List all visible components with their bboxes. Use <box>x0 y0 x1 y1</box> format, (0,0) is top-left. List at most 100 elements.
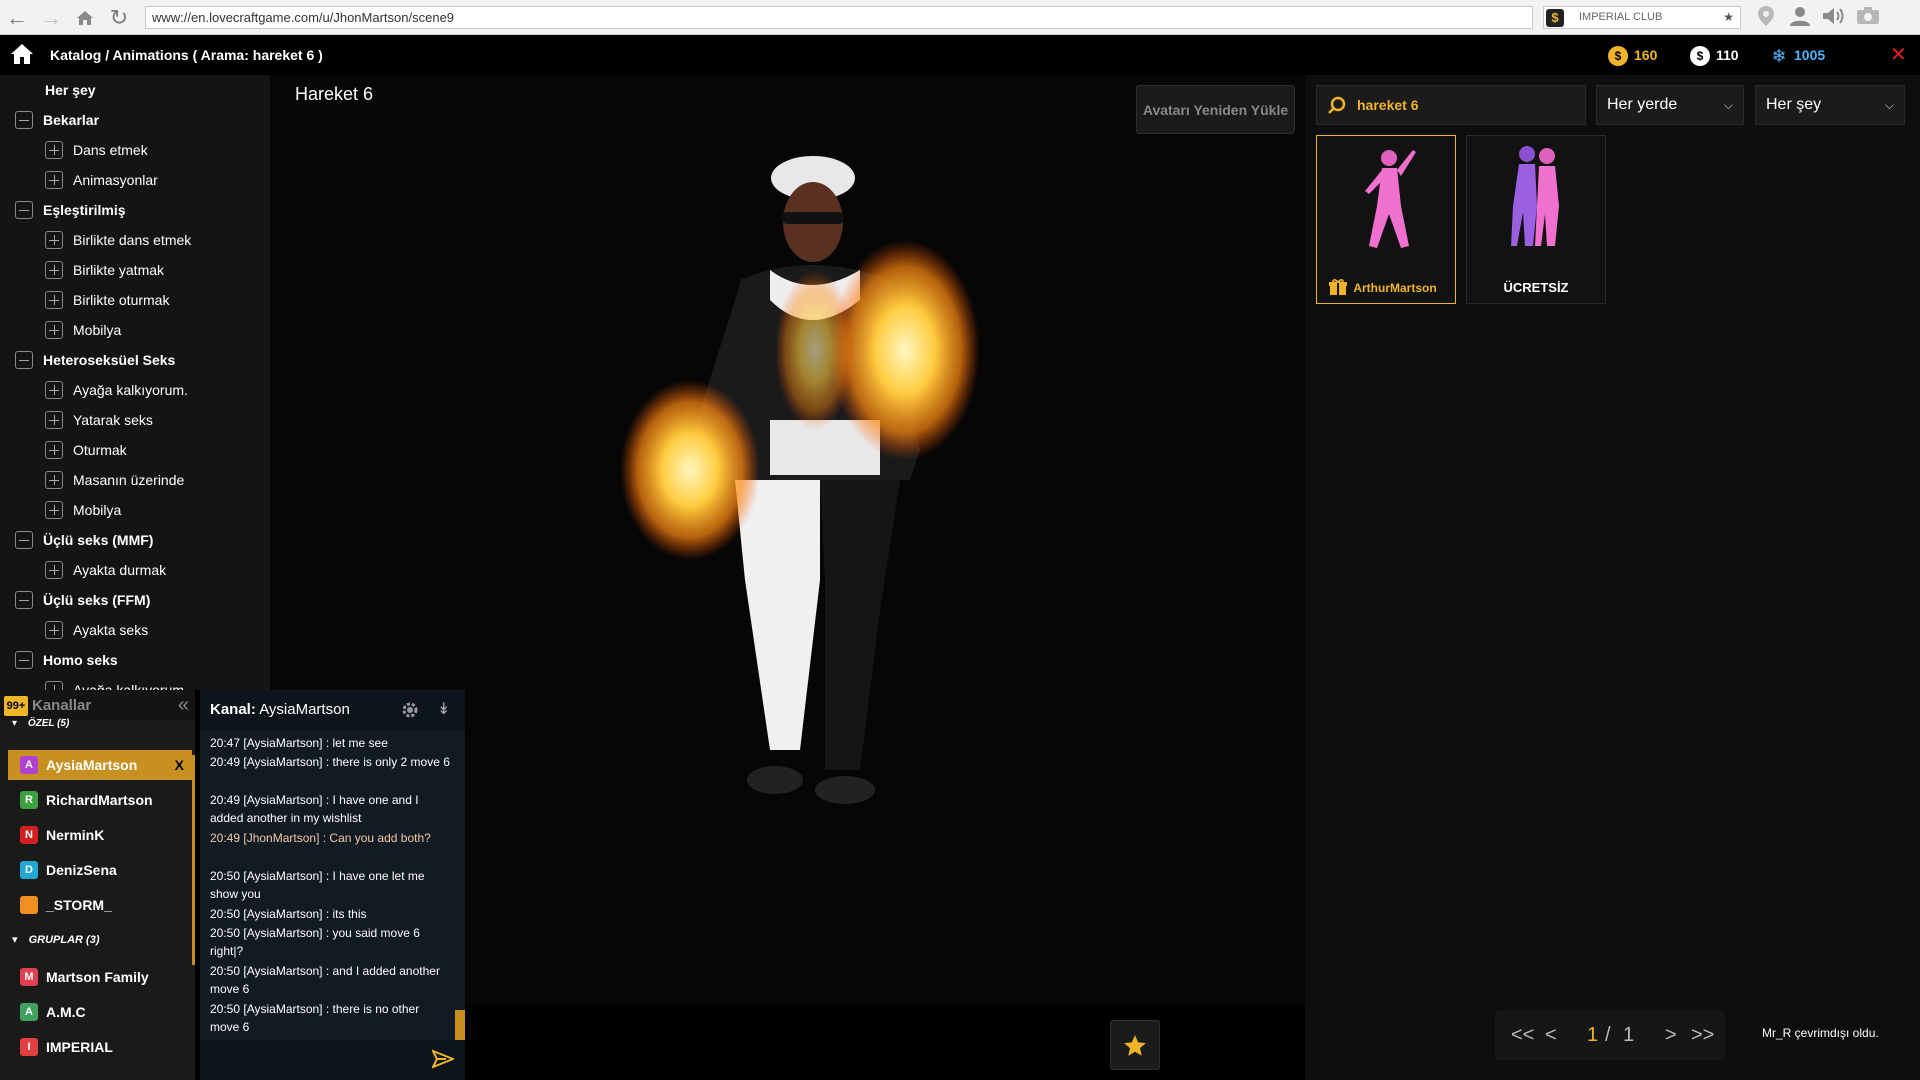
reload-avatar-button[interactable]: Avatarı Yeniden Yükle <box>1136 85 1295 134</box>
next-page-button[interactable]: > <box>1665 1010 1677 1060</box>
collapse-minus-icon[interactable] <box>15 531 33 550</box>
category-item[interactable]: Ayağa kalkıyorum. <box>45 375 188 405</box>
expand-plus-icon[interactable] <box>45 411 63 430</box>
expand-plus-icon[interactable] <box>45 231 63 250</box>
reload-icon[interactable]: ↻ <box>106 5 132 31</box>
group-item[interactable]: I IMPERIAL <box>8 1032 192 1062</box>
collapse-minus-icon[interactable] <box>15 111 33 130</box>
favorite-button[interactable] <box>1110 1020 1160 1070</box>
send-icon[interactable] <box>432 1048 454 1070</box>
category-item[interactable]: Masanın üzerinde <box>45 465 184 495</box>
category-label: Homo seks <box>43 652 118 668</box>
collapse-minus-icon[interactable] <box>15 351 33 370</box>
expand-plus-icon[interactable] <box>45 261 63 280</box>
group-item[interactable]: A A.M.C <box>8 997 192 1027</box>
collapse-minus-icon[interactable] <box>15 591 33 610</box>
forward-arrow-icon[interactable]: → <box>38 5 64 31</box>
chat-message: 20:49 [JhonMartson] : Can you add both? <box>210 831 431 845</box>
category-item[interactable]: Üçlü seks (MMF) <box>15 525 153 555</box>
first-page-button[interactable]: << <box>1511 1010 1534 1060</box>
channel-item[interactable]: A AysiaMartson X <box>8 750 192 780</box>
category-item[interactable]: Birlikte dans etmek <box>45 225 191 255</box>
category-label: Ayağa kalkıyorum. <box>73 382 188 398</box>
group-item[interactable]: M Martson Family <box>8 962 192 992</box>
location-pin-icon[interactable] <box>1754 6 1778 30</box>
chat-message: 20:49 [AysiaMartson] : there is only 2 m… <box>210 755 450 769</box>
home-icon[interactable] <box>10 43 34 65</box>
bookmark-star-icon[interactable]: ★ <box>1723 7 1734 28</box>
channel-item[interactable]: D DenizSena <box>8 855 192 885</box>
expand-plus-icon[interactable] <box>45 141 63 160</box>
close-icon[interactable]: ✕ <box>1890 35 1907 75</box>
speaker-icon[interactable] <box>1822 6 1846 30</box>
prev-page-button[interactable]: < <box>1545 1010 1557 1060</box>
category-item[interactable]: Oturmak <box>45 435 127 465</box>
extension-box[interactable]: $ IMPERIAL CLUB ★ <box>1543 6 1741 29</box>
address-bar[interactable]: www://en.lovecraftgame.com/u/JhonMartson… <box>145 6 1533 29</box>
search-box[interactable] <box>1316 85 1586 125</box>
chevron-double-down-icon[interactable]: ↡ <box>437 690 450 730</box>
result-card[interactable]: ÜCRETSİZ <box>1466 135 1606 304</box>
channel-item[interactable]: N NerminK <box>8 820 192 850</box>
expand-plus-icon[interactable] <box>45 321 63 340</box>
channels-scrollbar[interactable] <box>192 755 195 965</box>
expand-plus-icon[interactable] <box>45 171 63 190</box>
private-section-header[interactable]: ▾ Özel (5) <box>12 718 69 729</box>
expand-plus-icon[interactable] <box>45 381 63 400</box>
chat-message: 20:49 [AysiaMartson] : I have one and I … <box>210 793 419 825</box>
profile-icon[interactable] <box>1788 6 1812 30</box>
camera-icon[interactable] <box>1856 6 1880 30</box>
expand-plus-icon[interactable] <box>45 621 63 640</box>
collapse-left-icon[interactable]: « <box>178 690 189 720</box>
close-channel-button[interactable]: X <box>175 750 184 780</box>
collapse-minus-icon[interactable] <box>15 651 33 670</box>
collapse-minus-icon[interactable] <box>15 201 33 220</box>
result-card[interactable]: ArthurMartson <box>1316 135 1456 304</box>
chat-input-row[interactable] <box>200 1040 465 1080</box>
crystal-balance[interactable]: ❄ 1005 <box>1770 35 1825 75</box>
gear-icon[interactable] <box>400 700 420 720</box>
expand-plus-icon[interactable] <box>45 291 63 310</box>
gold-balance[interactable]: $160 <box>1608 35 1657 75</box>
category-item[interactable]: Homo seks <box>15 645 118 675</box>
category-item[interactable]: Eşleştirilmiş <box>15 195 126 225</box>
category-label: Yatarak seks <box>73 412 153 428</box>
category-item[interactable]: Ayağa kalkıyorum. <box>45 675 188 690</box>
category-item[interactable]: Heteroseksüel Seks <box>15 345 175 375</box>
groups-section-header[interactable]: ▾ Gruplar (3) <box>12 933 99 946</box>
channel-item[interactable]: R RichardMartson <box>8 785 192 815</box>
silver-balance[interactable]: $110 <box>1690 35 1739 75</box>
category-item[interactable]: Ayakta seks <box>45 615 148 645</box>
expand-plus-icon[interactable] <box>45 471 63 490</box>
category-item[interactable]: Üçlü seks (FFM) <box>15 585 150 615</box>
current-page[interactable]: 1 <box>1587 1010 1598 1060</box>
category-item[interactable]: Yatarak seks <box>45 405 153 435</box>
chat-message: 20:50 [AysiaMartson] : I have one let me… <box>210 869 425 901</box>
expand-plus-icon[interactable] <box>45 441 63 460</box>
last-page-button[interactable]: >> <box>1691 1010 1714 1060</box>
avatar <box>20 896 38 915</box>
expand-plus-icon[interactable] <box>45 561 63 580</box>
chevron-down-icon: ▾ <box>12 934 18 946</box>
back-arrow-icon[interactable]: ← <box>4 5 30 31</box>
category-label: Birlikte oturmak <box>73 292 170 308</box>
category-item[interactable]: Mobilya <box>45 315 121 345</box>
search-input[interactable] <box>1357 86 1577 124</box>
card-label: ÜCRETSİZ <box>1503 280 1569 295</box>
expand-plus-icon[interactable] <box>45 501 63 520</box>
category-item[interactable]: Birlikte oturmak <box>45 285 169 315</box>
chat-scrollbar[interactable] <box>455 1010 465 1040</box>
category-dropdown[interactable]: Her şey ⌵ <box>1755 85 1905 125</box>
category-item[interactable]: Dans etmek <box>45 135 148 165</box>
channel-item[interactable]: _STORM_ <box>8 890 192 920</box>
category-item[interactable]: Animasyonlar <box>45 165 158 195</box>
home-page-icon[interactable] <box>72 5 98 31</box>
location-dropdown[interactable]: Her yerde ⌵ <box>1596 85 1744 125</box>
expand-plus-icon[interactable] <box>45 681 63 690</box>
category-item[interactable]: Bekarlar <box>15 105 99 135</box>
category-item[interactable]: Ayakta durmak <box>45 555 166 585</box>
category-item[interactable]: Mobilya <box>45 495 121 525</box>
chat-panel: Kanal: AysiaMartson ↡ 20:47 [AysiaMartso… <box>200 690 465 1080</box>
category-item[interactable]: Birlikte yatmak <box>45 255 164 285</box>
category-item[interactable]: Her şey <box>45 75 96 105</box>
